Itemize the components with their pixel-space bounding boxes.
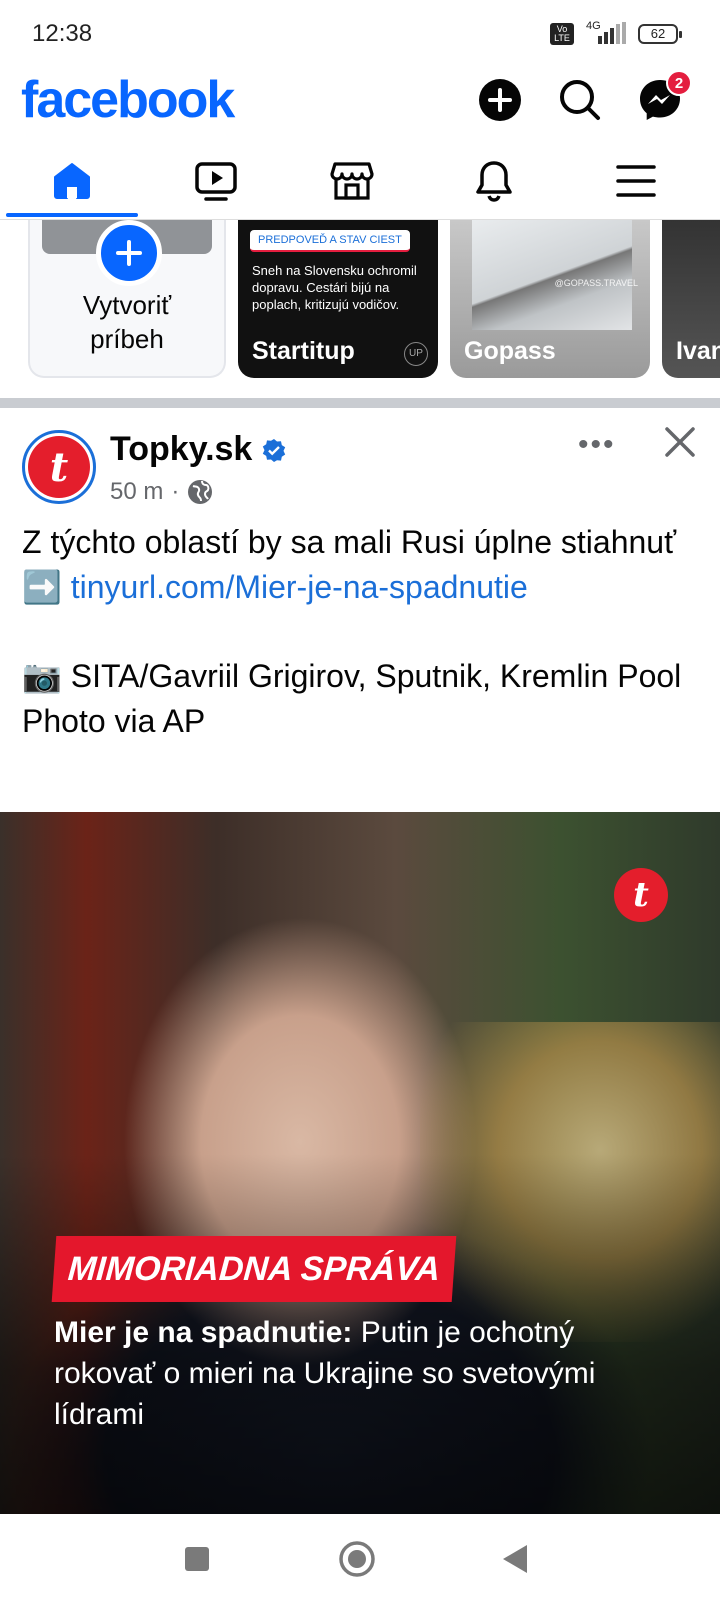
facebook-logo[interactable]: facebook [21,70,235,130]
post-meta: 50 m · [110,478,213,506]
system-nav-bar [0,1514,720,1600]
battery-icon: 62 [638,24,682,44]
volte-icon: Vo LTE [550,23,574,45]
story-author-name: Gopass [464,337,556,365]
story-author-name: Ivan [676,337,720,365]
post-options-button[interactable]: ••• [578,428,616,462]
active-tab-indicator [6,213,138,217]
headline-bold: Mier je na spadnutie: [54,1316,353,1349]
story-link-chip: PREDPOVEĎ A STAV CIEST [250,230,410,252]
story-card-startitup[interactable]: PREDPOVEĎ A STAV CIEST Sneh na Slovensku… [238,220,438,378]
messenger-badge: 2 [666,70,692,96]
feed-divider [0,398,720,408]
story-author-name: Startitup [252,337,355,365]
search-icon [560,80,600,120]
status-time: 12:38 [32,20,93,47]
topky-watermark-logo: t [614,868,668,922]
tab-video[interactable] [144,145,288,217]
app-header: facebook 2 [0,70,720,132]
tab-home[interactable] [0,145,144,217]
image-headline: Mier je na spadnutie: Putin je ochotný r… [54,1312,624,1435]
tab-notifications[interactable] [422,145,566,217]
post-image[interactable]: t MIMORIADNA SPRÁVA Mier je na spadnutie… [0,812,720,1514]
create-button[interactable] [476,76,524,124]
back-triangle-icon [503,1545,527,1573]
plus-icon [116,240,142,266]
post-time[interactable]: 50 m [110,478,163,506]
story-photo [472,220,632,330]
create-story-label-line2: príbeh [90,324,164,354]
page-name[interactable]: Topky.sk [110,430,252,469]
video-icon [195,162,237,201]
topky-logo: t [28,436,90,498]
marketplace-icon [330,162,374,200]
battery-level: 62 [650,26,666,41]
close-icon[interactable] [664,426,696,458]
circle-icon [339,1541,375,1577]
tab-marketplace[interactable] [280,145,424,217]
tab-menu[interactable] [564,145,708,217]
plus-icon [479,79,521,121]
recents-button[interactable] [172,1534,222,1584]
photo-credit: 📷 SITA/Gavriil Grigirov, Sputnik, Kremli… [22,658,682,739]
messenger-button[interactable]: 2 [636,70,692,124]
menu-icon [616,165,656,197]
tab-bar [0,145,720,220]
search-button[interactable] [556,76,604,124]
back-button[interactable] [490,1534,540,1584]
signal-icon: 4G [584,20,628,46]
status-bar: 12:38 Vo LTE 4G 62 [0,0,720,70]
post-body: Z týchto oblastí by sa mali Rusi úplne s… [22,520,702,744]
home-nav-button[interactable] [332,1534,382,1584]
startitup-logo: UP [404,342,428,366]
story-text: Sneh na Slovensku ochromil dopravu. Cest… [252,263,417,312]
bell-icon [476,161,512,202]
story-card-ivan[interactable]: Ivan [662,220,720,378]
meta-separator: · [171,478,180,505]
post-caption: Z týchto oblastí by sa mali Rusi úplne s… [22,520,702,610]
add-story-button[interactable] [96,220,162,286]
status-icons: Vo LTE 4G 62 [550,20,682,46]
create-story-label: Vytvoriť príbeh [30,288,224,356]
verified-badge-icon [262,439,286,462]
square-icon [185,1547,209,1571]
story-watermark: @GOPASS.TRAVEL [554,278,638,288]
create-story-card[interactable]: Vytvoriť príbeh [28,220,226,378]
stories-tray: Vytvoriť príbeh PREDPOVEĎ A STAV CIEST S… [0,220,720,396]
page-avatar[interactable]: t [22,430,96,504]
home-icon [54,163,90,199]
story-card-gopass[interactable]: @GOPASS.TRAVEL Gopass [450,220,650,378]
breaking-news-label: MIMORIADNA SPRÁVA [51,1236,457,1302]
post-link[interactable]: tinyurl.com/Mier-je-na-spadnutie [71,569,528,605]
create-story-label-line1: Vytvoriť [82,290,172,320]
globe-icon [188,480,213,504]
post-header: t Topky.sk 50 m · ••• [0,408,720,520]
